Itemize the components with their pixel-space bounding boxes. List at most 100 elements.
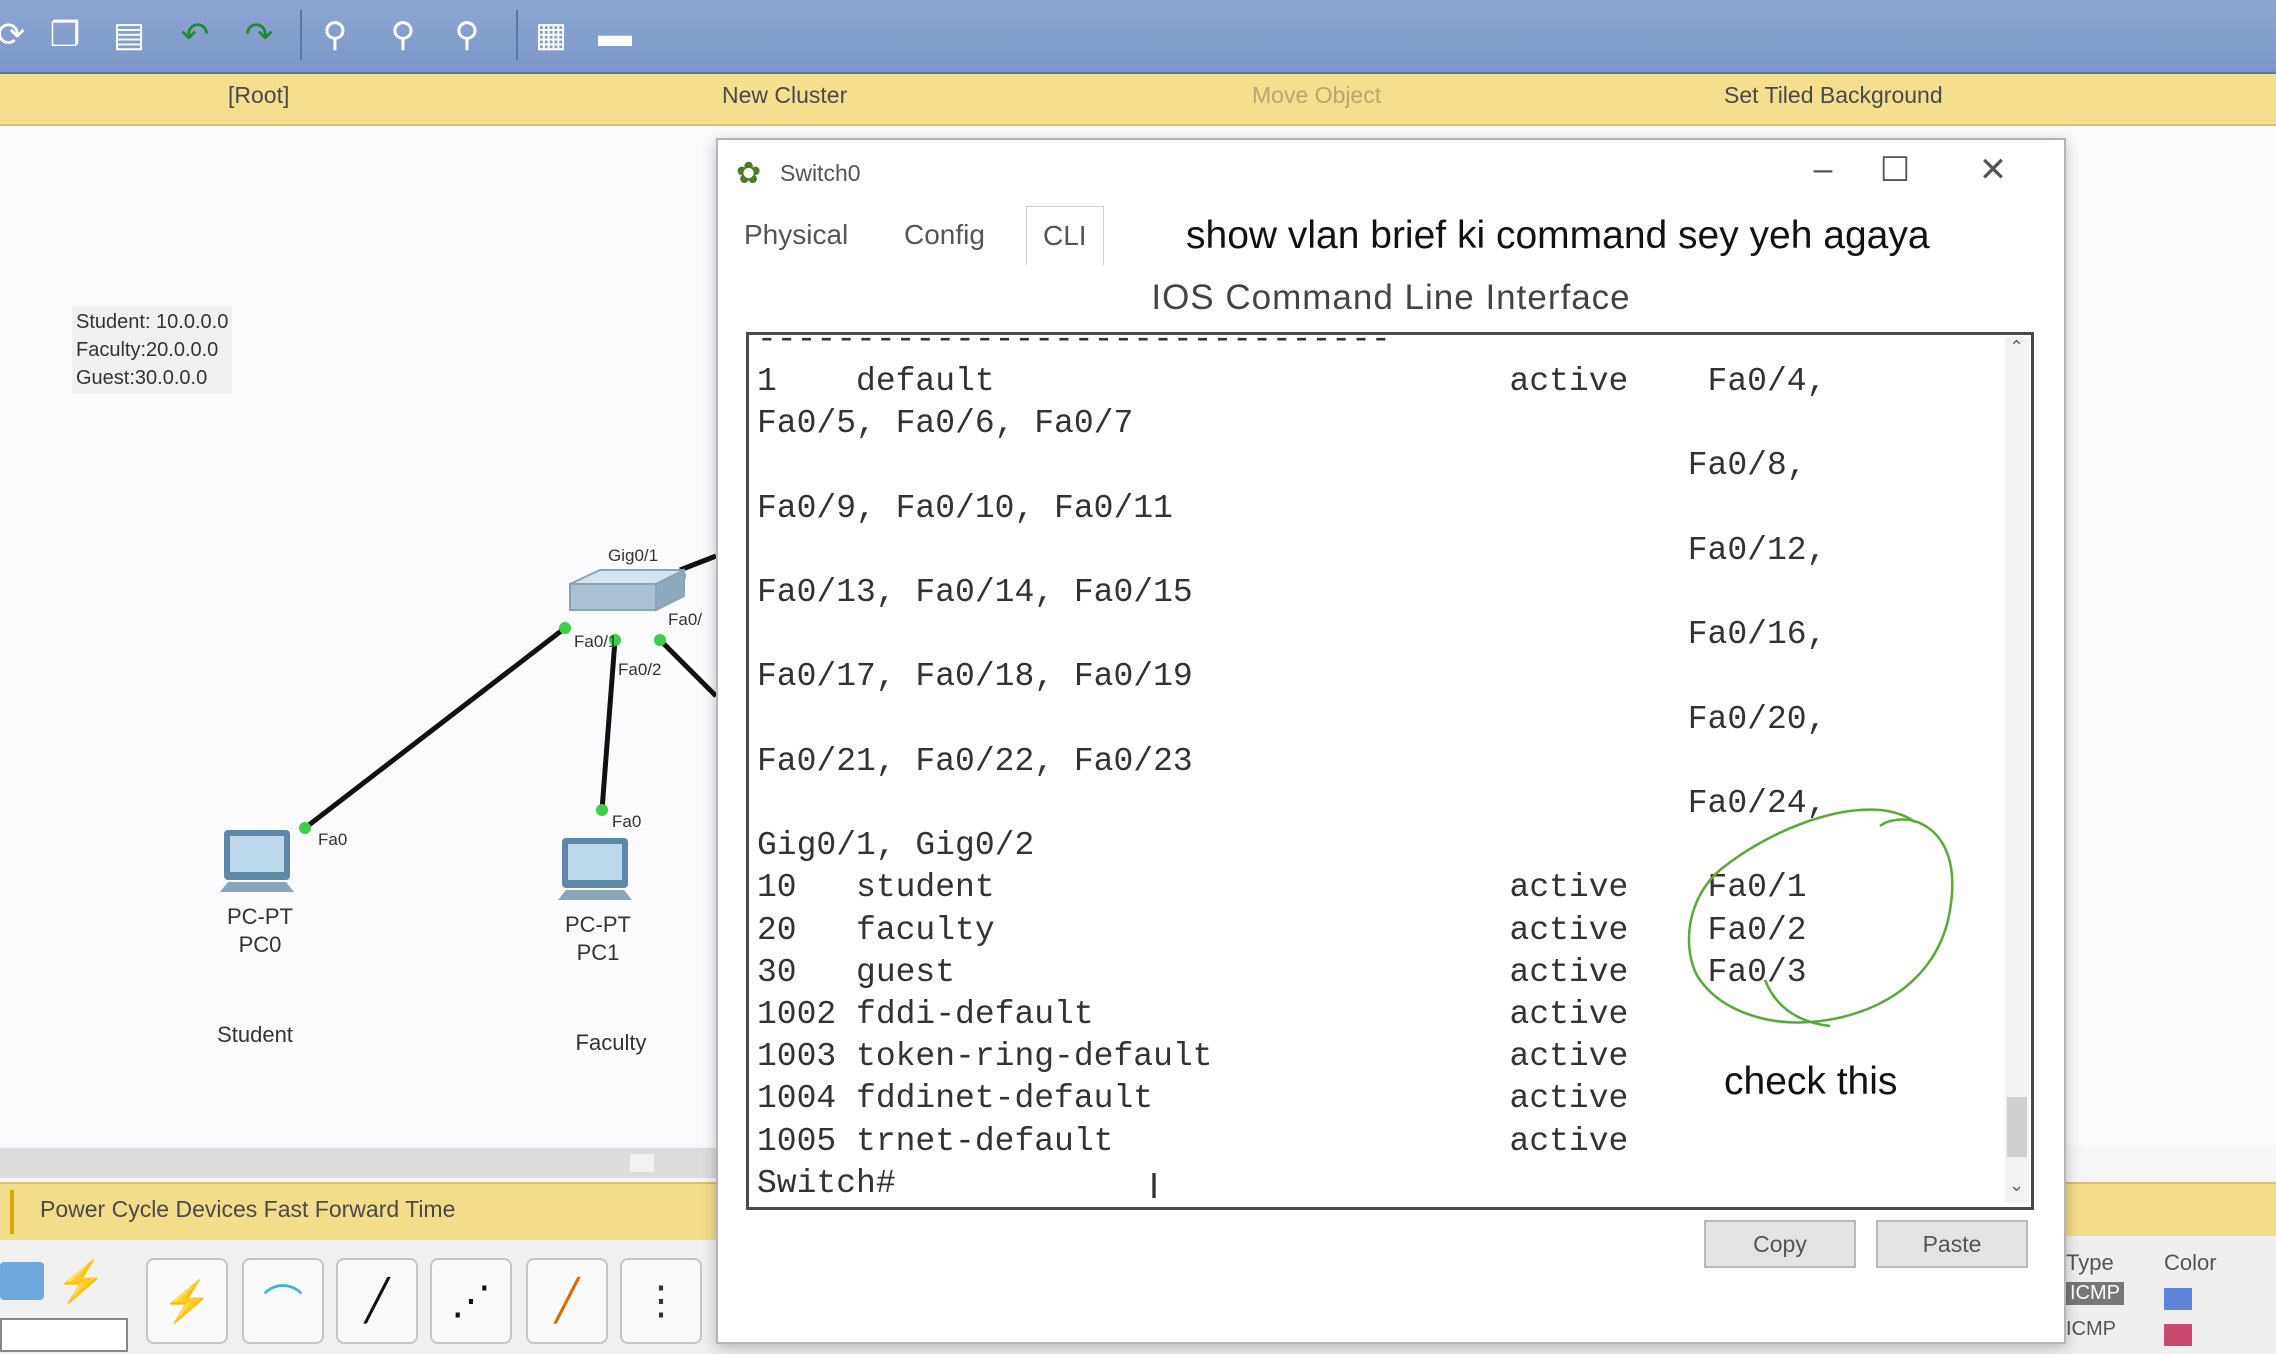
- zoom-in-icon[interactable]: ⚲: [310, 10, 360, 60]
- vlan-legend-note: Student: 10.0.0.0 Faculty:20.0.0.0 Guest…: [72, 306, 233, 394]
- pc0-model: PC-PT: [227, 904, 293, 929]
- terminal-line: 1 default active Fa0/4,: [757, 363, 1827, 400]
- connections-icon[interactable]: ⚡: [56, 1258, 106, 1305]
- terminal-line: 30 guest active Fa0/3: [757, 953, 1807, 991]
- switch-icon: ✿: [736, 157, 762, 190]
- minimize-icon[interactable]: –: [1798, 150, 1848, 189]
- tab-cli[interactable]: CLI: [1026, 206, 1104, 265]
- tab-config[interactable]: Config: [888, 206, 1001, 264]
- pc1-label: Faculty: [575, 1030, 647, 1055]
- link-status-dot: [559, 622, 571, 634]
- pc0-port-label: Fa0: [318, 830, 348, 849]
- auto-connect-icon[interactable]: ⚡: [146, 1258, 228, 1344]
- bar-divider: [10, 1190, 14, 1234]
- link-switch-right: [658, 638, 718, 698]
- set-background-button[interactable]: Set Tiled Background: [1724, 82, 1943, 109]
- terminal-line: 10 student active Fa0/1: [757, 869, 1807, 907]
- link-status-dot: [654, 634, 666, 646]
- straight-cable-icon[interactable]: ╱: [336, 1258, 418, 1344]
- port-label-fa1: Fa0/1: [574, 632, 618, 651]
- redo-icon[interactable]: ↷: [234, 10, 284, 60]
- zoom-reset-icon[interactable]: ⚲: [378, 10, 428, 60]
- terminal-line: 20 faculty active Fa0/2: [757, 911, 1807, 949]
- annotation-check: check this: [1724, 1060, 1898, 1103]
- link-switch-pc1: [599, 639, 618, 811]
- terminal-line: Fa0/17, Fa0/18, Fa0/19: [757, 658, 1193, 696]
- port-label-fa2: Fa0/2: [618, 660, 662, 679]
- terminal-line: Fa0/21, Fa0/22, Fa0/23: [757, 742, 1193, 780]
- pc0-label: Student: [217, 1022, 293, 1047]
- annotation-circle: [1687, 808, 1954, 1028]
- terminal-scrollbar[interactable]: ⌃ ⌄: [2005, 337, 2029, 1203]
- legend-line: Student: 10.0.0.0: [76, 311, 229, 333]
- undo-icon[interactable]: ↶: [170, 10, 220, 60]
- crossover-cable-icon[interactable]: ⋰: [430, 1258, 512, 1344]
- pc-icon[interactable]: [218, 826, 298, 904]
- port-label-fa-right: Fa0/: [668, 610, 703, 629]
- pc1-model: PC-PT: [565, 912, 631, 937]
- event-list-panel: Type Color ICMP ICMP: [2066, 1236, 2276, 1354]
- terminal-line: Fa0/16,: [757, 616, 1827, 654]
- paste-button[interactable]: Paste: [1876, 1220, 2028, 1268]
- paste-icon[interactable]: ▤: [104, 10, 154, 60]
- terminal-line: Fa0/12,: [757, 531, 1827, 569]
- maximize-icon[interactable]: ☐: [1870, 150, 1920, 190]
- event-type[interactable]: ICMP: [2066, 1282, 2124, 1305]
- scroll-thumb[interactable]: [2007, 1097, 2027, 1157]
- palette-icon[interactable]: ▦: [526, 10, 576, 60]
- workspace-scrollbar[interactable]: [0, 1148, 716, 1178]
- tab-physical[interactable]: Physical: [728, 206, 864, 264]
- workspace-scroll-thumb[interactable]: [630, 1154, 654, 1172]
- port-label-gig: Gig0/1: [608, 546, 659, 565]
- terminal-line: 1003 token-ring-default active: [757, 1038, 1629, 1076]
- terminal-line: Fa0/8,: [757, 447, 1807, 485]
- custom-device-icon[interactable]: ▬: [590, 10, 640, 60]
- scroll-down-icon[interactable]: ⌄: [2009, 1175, 2024, 1196]
- copy-button[interactable]: Copy: [1704, 1220, 1856, 1268]
- toolbar-separator: [516, 10, 518, 60]
- cycle-icon[interactable]: ⟳: [0, 10, 36, 60]
- terminal-line: Gig0/1, Gig0/2: [757, 827, 1035, 865]
- workspace-bar: [Root] New Cluster Move Object Set Tiled…: [0, 74, 2276, 126]
- terminal-line: Switch#: [757, 1164, 896, 1202]
- device-category-icon[interactable]: [0, 1262, 44, 1300]
- root-button[interactable]: [Root]: [228, 82, 289, 109]
- copy-icon[interactable]: ❐: [40, 10, 90, 60]
- scroll-up-icon[interactable]: ⌃: [2009, 337, 2024, 358]
- toolbar-separator: [300, 10, 302, 60]
- new-cluster-button[interactable]: New Cluster: [722, 82, 847, 109]
- window-titlebar[interactable]: ✿ Switch0 – ☐ ✕: [718, 140, 2064, 204]
- cli-heading: IOS Command Line Interface: [1151, 278, 1631, 317]
- text-cursor-icon: I: [1149, 1165, 1160, 1206]
- terminal-line: Fa0/20,: [757, 700, 1827, 738]
- legend-line: Faculty:20.0.0.0: [76, 339, 219, 361]
- close-icon[interactable]: ✕: [1968, 150, 2018, 190]
- pc0-name: PC0: [238, 932, 282, 957]
- link-status-dot: [299, 822, 311, 834]
- window-title: Switch0: [780, 160, 861, 186]
- terminal-separator: --------------------------------: [757, 332, 1391, 358]
- terminal-line: 1004 fddinet-default active: [757, 1080, 1629, 1118]
- device-filter-field[interactable]: [0, 1318, 128, 1352]
- event-color-swatch: [2164, 1288, 2192, 1310]
- terminal-line: 1002 fddi-default active: [757, 996, 1629, 1033]
- zoom-out-icon[interactable]: ⚲: [442, 10, 492, 60]
- terminal-line: Fa0/13, Fa0/14, Fa0/15: [757, 574, 1193, 611]
- switch0-window: ✿ Switch0 – ☐ ✕ Physical Config CLI IOS …: [716, 138, 2066, 1344]
- pc1-port-label: Fa0: [612, 812, 642, 831]
- annotation-top: show vlan brief ki command sey yeh agaya: [1186, 214, 1930, 257]
- fiber-cable-icon[interactable]: ╱: [526, 1258, 608, 1344]
- pc-icon[interactable]: [556, 834, 636, 912]
- event-color-swatch: [2164, 1324, 2192, 1346]
- serial-cable-icon[interactable]: ⋮: [620, 1258, 702, 1344]
- console-cable-icon[interactable]: ⌒: [242, 1258, 324, 1344]
- legend-line: Guest:30.0.0.0: [76, 367, 208, 389]
- link-switch-pc0: [303, 626, 567, 830]
- event-type[interactable]: ICMP: [2066, 1318, 2116, 1341]
- terminal-line: Fa0/5, Fa0/6, Fa0/7: [757, 405, 1134, 443]
- main-toolbar: ⟳ ❐ ▤ ↶ ↷ ⚲ ⚲ ⚲ ▦ ▬: [0, 0, 2276, 74]
- terminal-line: Fa0/9, Fa0/10, Fa0/11: [757, 489, 1173, 527]
- move-object-button[interactable]: Move Object: [1252, 82, 1381, 109]
- power-cycle-text[interactable]: Power Cycle Devices Fast Forward Time: [40, 1196, 455, 1223]
- color-header: Color: [2164, 1250, 2217, 1275]
